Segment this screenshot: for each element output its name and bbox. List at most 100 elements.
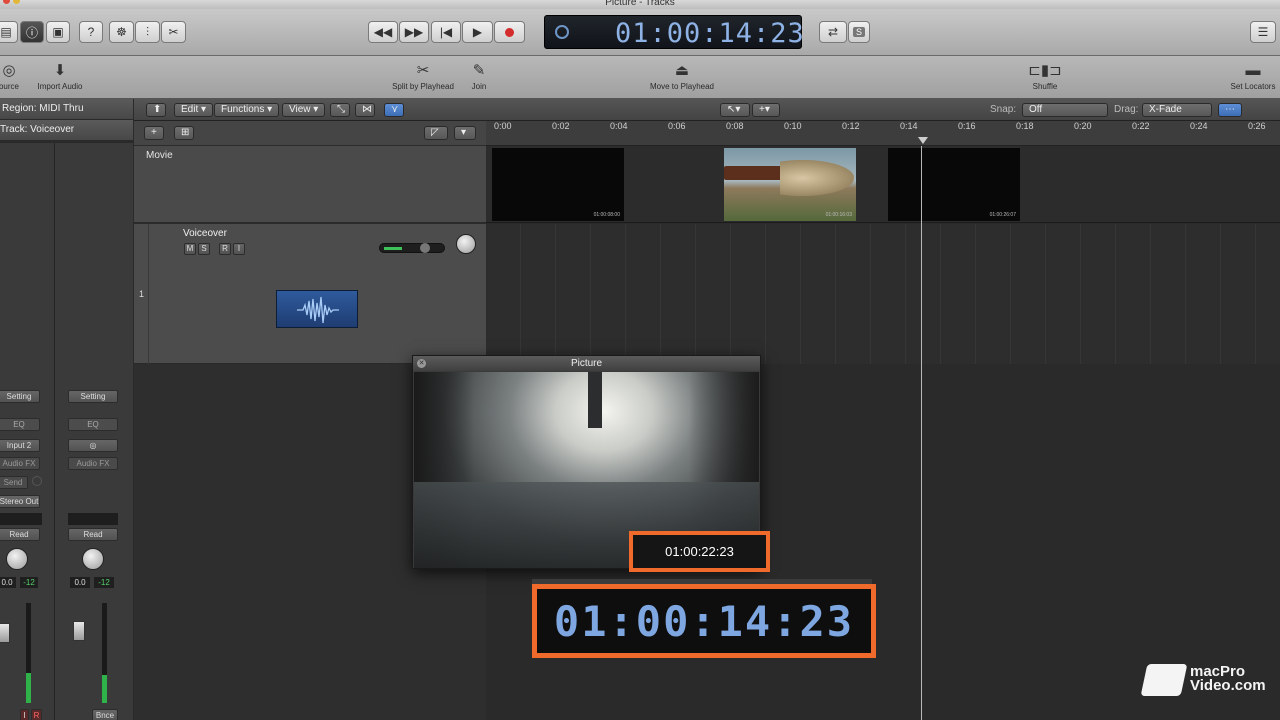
pan-knob[interactable] (6, 548, 28, 570)
playhead-line[interactable] (921, 146, 922, 720)
library-icon: ▤ (0, 25, 12, 39)
secondary-tool-menu[interactable]: +▾ (752, 103, 780, 117)
go-to-start-button[interactable]: |◀ (431, 21, 461, 43)
cycle-button[interactable]: ⇄ (819, 21, 847, 43)
volume-fader[interactable] (0, 623, 10, 643)
inspector-button[interactable]: ⓘ (20, 21, 44, 43)
record-arm-button[interactable]: R (219, 243, 231, 255)
media-browser-button[interactable]: ▣ (46, 21, 70, 43)
track-menu-button[interactable]: ▾ (454, 126, 476, 140)
import-audio-tool[interactable]: ⬇ Import Audio (30, 62, 90, 91)
cycle-icon: ⇄ (827, 25, 839, 39)
rewind-button[interactable]: ◀◀ (368, 21, 398, 43)
view-menu[interactable]: View ▾ (282, 103, 326, 117)
play-button[interactable]: ▶ (462, 21, 493, 43)
link-mode-button[interactable]: ⋈ (355, 103, 375, 117)
record-enable-button[interactable]: R (31, 709, 42, 720)
automation-read-button-2[interactable]: Read (68, 528, 118, 541)
new-track-with-settings-button[interactable]: ⊞ (174, 126, 194, 140)
send-knob[interactable] (32, 476, 42, 486)
fast-forward-button[interactable]: ▶▶ (399, 21, 429, 43)
time-ruler[interactable]: 0:00 0:02 0:04 0:06 0:08 0:10 0:12 0:14 … (486, 121, 1280, 146)
input-monitoring-button[interactable]: I (233, 243, 245, 255)
editors-button[interactable]: ✂ (161, 21, 186, 43)
lcd-display[interactable]: 01:00:14:23 (544, 15, 805, 49)
bounce-button[interactable]: Bnce (92, 709, 118, 720)
audio-fx-slot[interactable]: Audio FX (0, 457, 40, 470)
playhead-marker-icon[interactable] (918, 137, 928, 144)
picture-timecode-overlay: 01:00:22:23 (629, 531, 770, 572)
control-bar: ▤ ⓘ ▣ ? ☸ ⫶ ✂ ◀◀ ▶▶ |◀ ▶ 01:00:14:23 ⇄ S… (0, 9, 1280, 56)
peak-readout: -12 (20, 577, 38, 588)
volume-fader-2[interactable] (73, 621, 85, 641)
eq-button-2[interactable]: EQ (68, 418, 118, 431)
track-pan-knob[interactable] (456, 234, 476, 254)
split-tool[interactable]: ✂ Split by Playhead (388, 62, 458, 91)
track-volume-slider[interactable] (379, 243, 445, 253)
audio-fx-slot-2[interactable]: Audio FX (68, 457, 118, 470)
track-inspector-header[interactable]: Track: Voiceover (0, 120, 133, 141)
drag-value: X-Fade (1149, 104, 1182, 115)
pan-knob-2[interactable] (82, 548, 104, 570)
ruler-tick: 0:06 (668, 121, 686, 131)
voiceover-track-name: Voiceover (183, 228, 227, 239)
go-to-start-icon: |◀ (439, 25, 453, 39)
drag-select[interactable]: X-Fade (1142, 103, 1212, 117)
new-track-button[interactable]: + (144, 126, 164, 140)
mixer-button[interactable]: ⫶ (135, 21, 160, 43)
input-button[interactable]: Input 2 (0, 439, 40, 452)
region-inspector-header[interactable]: Region: MIDI Thru (0, 99, 133, 120)
pointer-tool-menu[interactable]: ↖▾ (720, 103, 750, 117)
ruler-tick: 0:24 (1190, 121, 1208, 131)
shuffle-tool[interactable]: ⊏▮⊐ Shuffle (1018, 62, 1072, 91)
track-icon-waveform (276, 290, 358, 328)
library-button[interactable]: ▤ (0, 21, 18, 43)
ruler-tick: 0:02 (552, 121, 570, 131)
track-options-button[interactable]: ◸ (424, 126, 448, 140)
solo-track-button[interactable]: S (198, 243, 210, 255)
back-button[interactable]: ⬆ (146, 103, 166, 117)
setting-button-2[interactable]: Setting (68, 390, 118, 403)
list-editors-button[interactable]: ☰ (1250, 21, 1276, 43)
automation-read-button[interactable]: Read (0, 528, 40, 541)
snap-select[interactable]: Off (1022, 103, 1108, 117)
catch-button[interactable]: ⤡ (330, 103, 350, 117)
edit-menu[interactable]: Edit ▾ (174, 103, 214, 117)
inspector: Region: MIDI Thru Track: Voiceover Setti… (0, 99, 133, 720)
record-button[interactable] (494, 21, 525, 43)
output-button[interactable]: Stereo Out (0, 495, 40, 508)
send-slot[interactable]: Send (0, 476, 28, 489)
functions-menu[interactable]: Functions ▾ (214, 103, 280, 117)
group-slot-2[interactable] (68, 513, 118, 525)
group-slot[interactable] (0, 513, 42, 525)
link-button[interactable]: ◎ (68, 439, 118, 452)
eq-button[interactable]: EQ (0, 418, 40, 431)
flex-button[interactable]: ⋎ (384, 103, 404, 117)
record-icon (505, 27, 514, 37)
close-icon[interactable]: ✕ (417, 359, 426, 368)
movie-track-name: Movie (146, 150, 173, 161)
big-time-display[interactable]: 01:00:14:23 (532, 584, 876, 658)
waveform-zoom-button[interactable]: ⋯ (1218, 103, 1242, 117)
lcd-time: 01:00:14:23 (615, 18, 805, 49)
quick-help-button[interactable]: ? (79, 21, 103, 43)
movie-track-header[interactable]: Movie (134, 146, 486, 223)
split-label: Split by Playhead (392, 82, 454, 91)
library-tool[interactable]: ◎ ource (0, 62, 24, 91)
solo-label: S (852, 27, 865, 37)
voiceover-track-header[interactable]: 1 Voiceover M S R I (134, 224, 486, 364)
watermark-logo: macPro Video.com (1140, 664, 1266, 696)
solo-button[interactable]: S (848, 21, 870, 43)
mute-button[interactable]: M (184, 243, 196, 255)
movie-track-lane[interactable]: 01:00:08:00 01:00:16:03 01:00:26:07 (486, 146, 1280, 223)
list-icon: ☰ (1257, 25, 1269, 39)
ruler-tick: 0:18 (1016, 121, 1034, 131)
join-tool[interactable]: ✎ Join (464, 62, 494, 91)
input-monitor-button[interactable]: I (20, 709, 29, 720)
setting-button[interactable]: Setting (0, 390, 40, 403)
move-to-playhead-tool[interactable]: ⏏ Move to Playhead (644, 62, 720, 91)
voiceover-track-lane[interactable] (486, 224, 1280, 364)
volume-slider-handle[interactable] (420, 243, 430, 253)
smart-controls-button[interactable]: ☸ (109, 21, 134, 43)
set-locators-tool[interactable]: ▬ Set Locators (1226, 62, 1280, 91)
